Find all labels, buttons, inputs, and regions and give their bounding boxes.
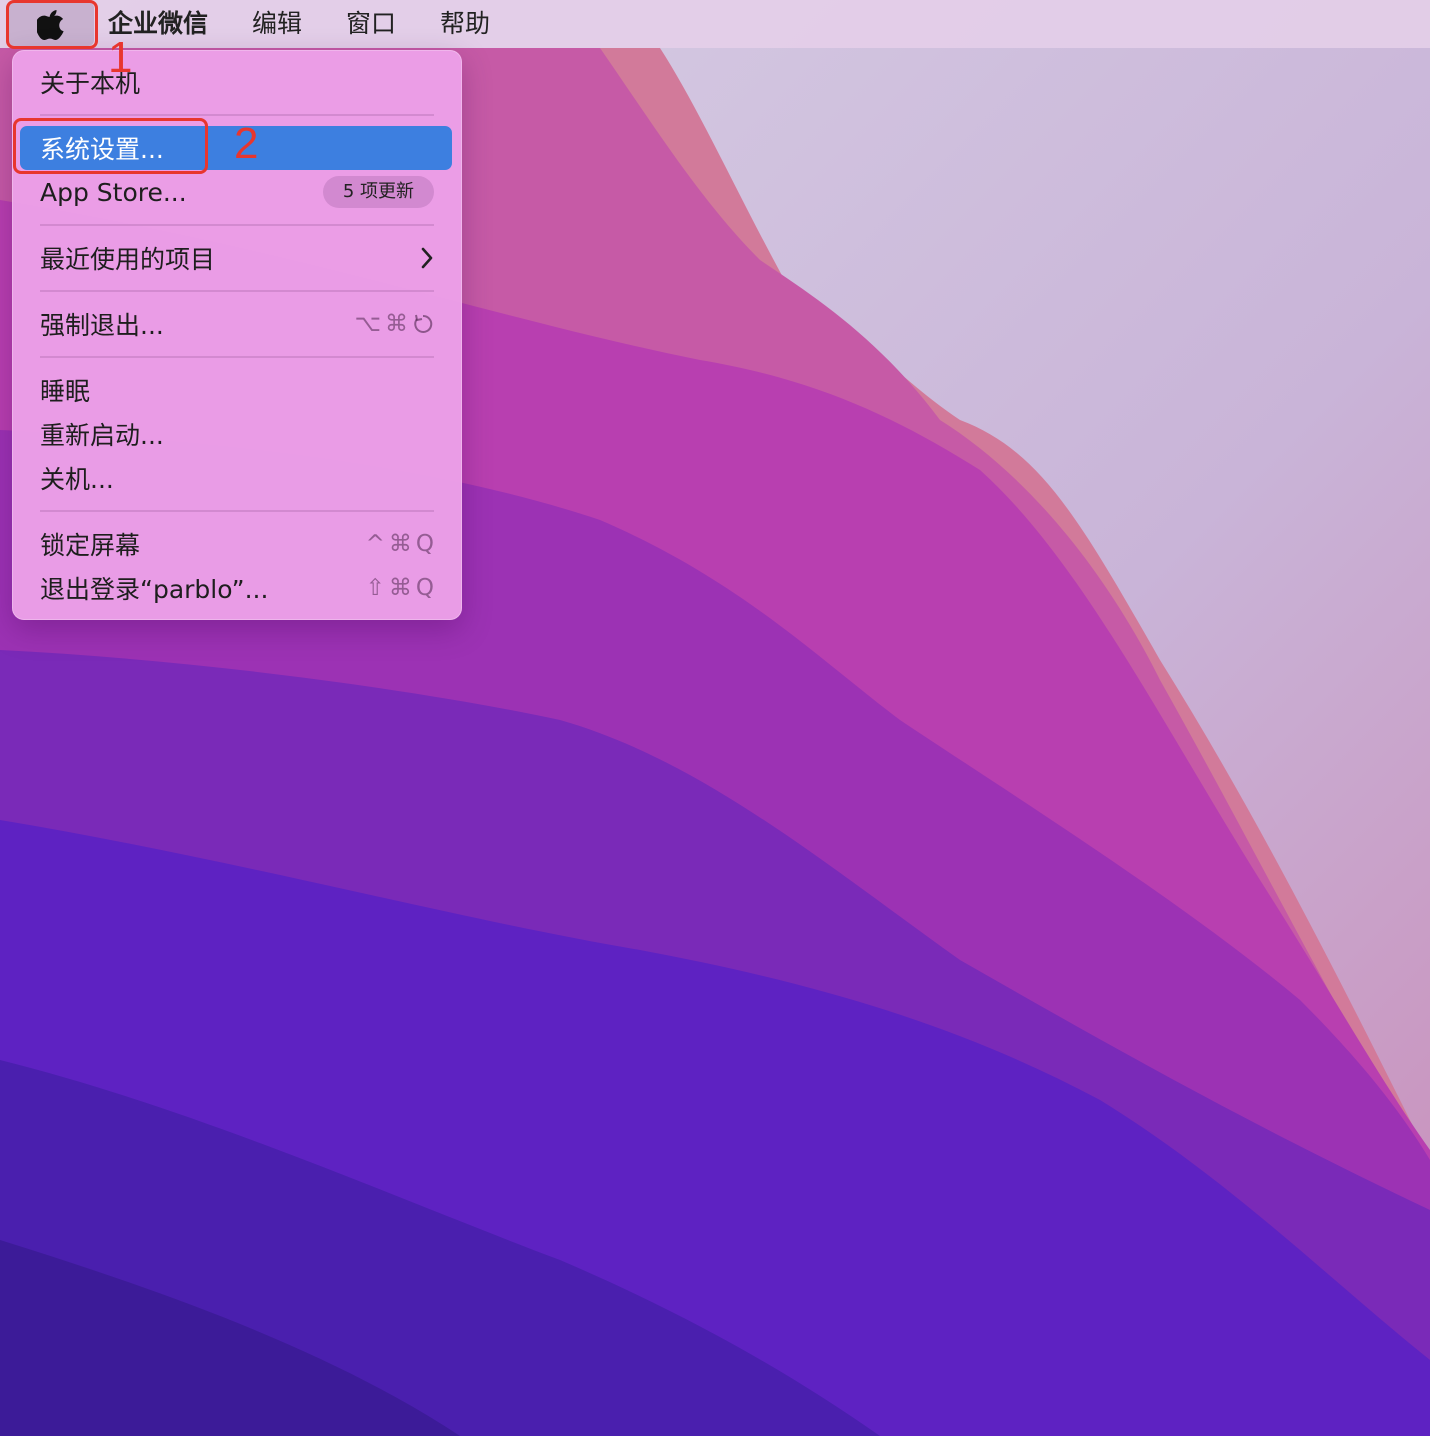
keyboard-shortcut: ⇧ ⌘ Q bbox=[366, 575, 434, 601]
command-key-icon: ⌘ bbox=[388, 575, 412, 601]
menu-separator bbox=[40, 510, 434, 512]
update-count-badge: 5 项更新 bbox=[322, 176, 434, 208]
menu-item-lock-screen[interactable]: 锁定屏幕 ^ ⌘ Q bbox=[20, 522, 452, 566]
menu-item-sleep[interactable]: 睡眠 bbox=[20, 368, 452, 412]
chevron-right-icon bbox=[420, 247, 434, 269]
keyboard-shortcut: ⌥ ⌘ bbox=[354, 311, 434, 337]
menu-item-label: 最近使用的项目 bbox=[40, 245, 216, 274]
menu-separator bbox=[40, 290, 434, 292]
menu-item-shutdown[interactable]: 关机... bbox=[20, 456, 452, 500]
menu-bar: 企业微信 编辑 窗口 帮助 bbox=[0, 0, 1430, 48]
menu-item-label: 锁定屏幕 bbox=[40, 531, 141, 560]
menu-item-app-store[interactable]: App Store... 5 项更新 bbox=[20, 170, 452, 214]
menu-edit[interactable]: 编辑 bbox=[230, 0, 324, 48]
menu-help[interactable]: 帮助 bbox=[418, 0, 512, 48]
command-key-icon: ⌘ bbox=[385, 311, 408, 337]
menu-item-recent-items[interactable]: 最近使用的项目 bbox=[20, 236, 452, 280]
menu-item-label: 退出登录“parblo”... bbox=[40, 575, 269, 604]
keyboard-shortcut: ^ ⌘ Q bbox=[366, 531, 434, 557]
menu-item-label: App Store... bbox=[40, 177, 187, 207]
option-key-icon: ⌥ bbox=[354, 311, 381, 337]
q-key: Q bbox=[415, 531, 434, 557]
command-key-icon: ⌘ bbox=[388, 531, 412, 557]
menu-item-label: 重新启动... bbox=[40, 421, 164, 450]
shift-key-icon: ⇧ bbox=[365, 575, 385, 601]
menu-separator bbox=[40, 356, 434, 358]
menu-item-force-quit[interactable]: 强制退出... ⌥ ⌘ bbox=[20, 302, 452, 346]
control-key-icon: ^ bbox=[365, 531, 385, 557]
menu-item-about[interactable]: 关于本机 bbox=[20, 60, 452, 104]
menu-item-restart[interactable]: 重新启动... bbox=[20, 412, 452, 456]
escape-key-icon bbox=[414, 314, 433, 333]
menu-item-logout[interactable]: 退出登录“parblo”... ⇧ ⌘ Q bbox=[20, 566, 452, 610]
menu-window[interactable]: 窗口 bbox=[324, 0, 418, 48]
annotation-box-system-settings bbox=[13, 118, 208, 174]
annotation-step-1: 1 bbox=[108, 33, 133, 82]
menu-item-label: 强制退出... bbox=[40, 311, 164, 340]
menu-separator bbox=[40, 224, 434, 226]
q-key: Q bbox=[415, 575, 434, 601]
annotation-step-2: 2 bbox=[234, 119, 259, 168]
menu-item-label: 关机... bbox=[40, 465, 114, 494]
menu-item-label: 睡眠 bbox=[40, 377, 91, 406]
menu-separator bbox=[40, 114, 434, 116]
annotation-box-apple-menu bbox=[6, 0, 98, 49]
